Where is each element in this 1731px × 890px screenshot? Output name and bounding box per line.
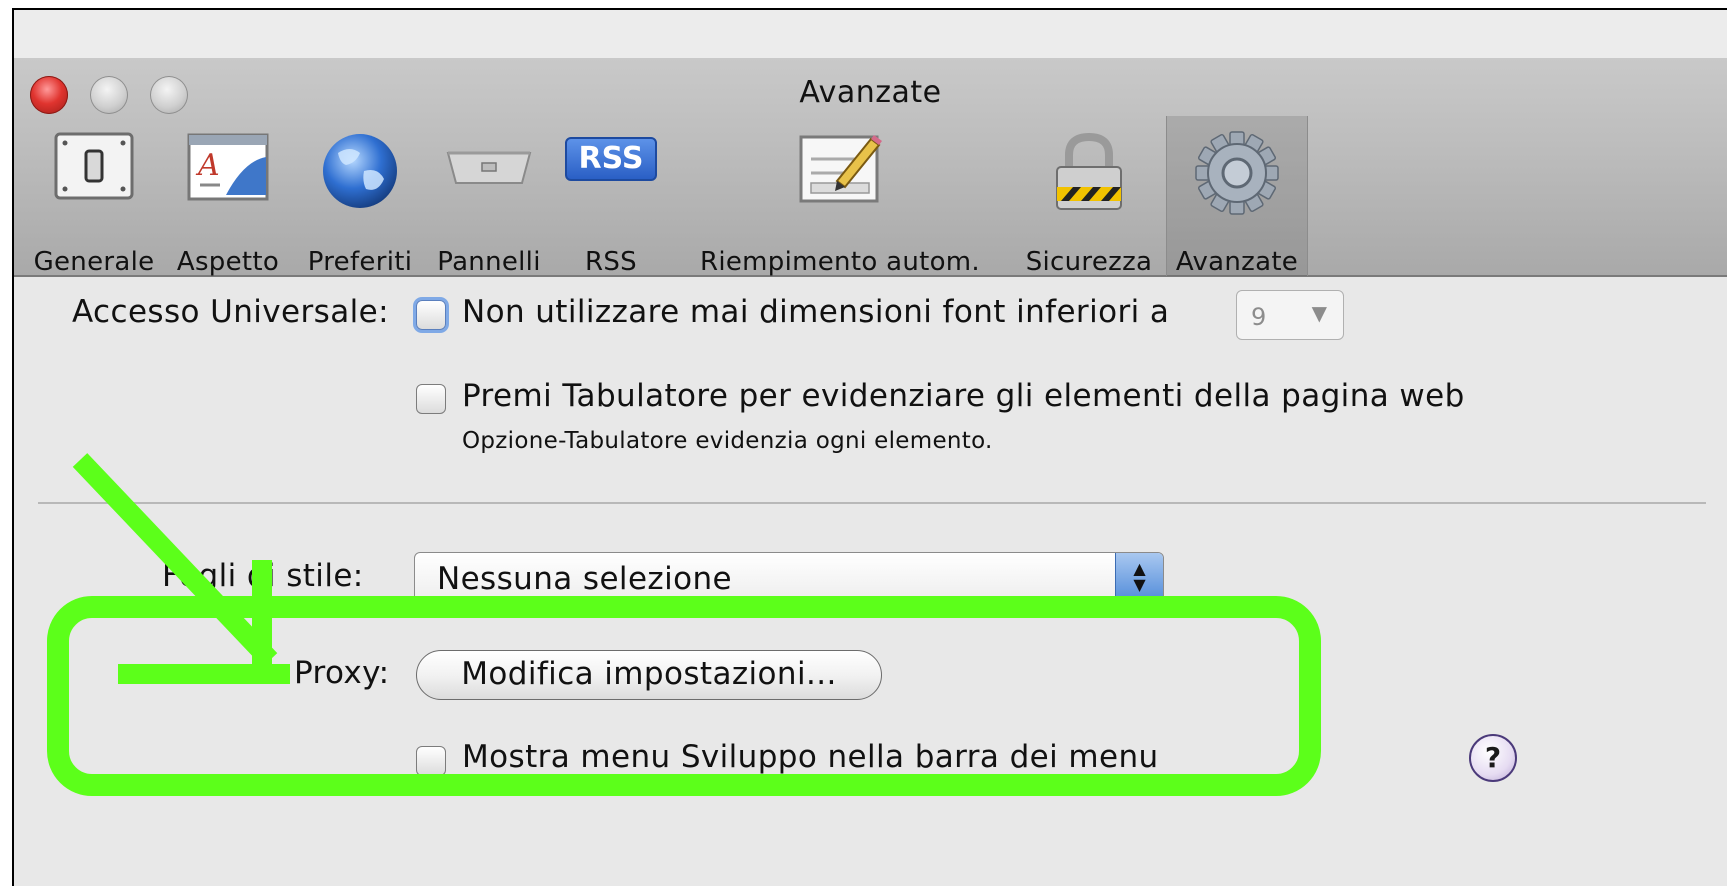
proxy-label: Proxy:: [294, 655, 390, 691]
lock-icon: [1051, 131, 1127, 217]
tab-highlight-note: Opzione-Tabulatore evidenzia ogni elemen…: [462, 428, 993, 454]
tab-generale[interactable]: Generale: [28, 121, 160, 277]
tab-pannelli[interactable]: Pannelli: [426, 121, 552, 277]
window-top-margin: [14, 10, 1727, 58]
switch-icon: [53, 131, 135, 205]
min-font-size-value: 9: [1251, 303, 1267, 331]
tab-generale-label: Generale: [33, 247, 155, 277]
tab-highlight-checkbox[interactable]: [416, 384, 446, 414]
tab-highlight-checkbox-label: Premi Tabulatore per evidenziare gli ele…: [462, 378, 1465, 414]
tab-aspetto-label: Aspetto: [176, 247, 280, 277]
help-button[interactable]: ?: [1469, 734, 1517, 782]
svg-text:A: A: [195, 148, 220, 183]
tab-sicurezza-label: Sicurezza: [1025, 247, 1153, 277]
tab-preferiti-label: Preferiti: [307, 247, 413, 277]
style-sheet-label: Fogli di stile:: [162, 558, 364, 594]
tab-avanzate-label: Avanzate: [1175, 247, 1299, 277]
section-divider: [38, 502, 1706, 504]
develop-menu-checkbox-label: Mostra menu Sviluppo nella barra dei men…: [462, 739, 1159, 775]
autofill-pencil-icon: [797, 131, 883, 211]
tab-riempimento-label: Riempimento autom.: [699, 247, 980, 277]
rss-icon: RSS: [565, 137, 657, 181]
preferences-window: Avanzate Generale A Aspetto Preferiti Pa…: [12, 8, 1727, 886]
globe-icon: [320, 131, 400, 215]
universal-access-label: Accesso Universale:: [72, 294, 389, 330]
appearance-icon: A: [186, 131, 270, 207]
min-font-size-select[interactable]: 9 ▼: [1236, 290, 1344, 340]
titlebar-toolbar: Avanzate Generale A Aspetto Preferiti Pa…: [14, 58, 1727, 277]
tabs-icon: [444, 131, 534, 205]
dropdown-arrow-icon: ▼: [1311, 301, 1327, 325]
proxy-settings-button[interactable]: Modifica impostazioni...: [416, 650, 882, 700]
tab-rss-label: RSS: [585, 247, 637, 277]
window-title: Avanzate: [799, 75, 942, 110]
develop-menu-checkbox[interactable]: [416, 746, 446, 776]
select-stepper-icon: ▲ ▼: [1115, 553, 1163, 603]
tab-avanzate[interactable]: Avanzate: [1166, 116, 1308, 277]
tab-riempimento[interactable]: Riempimento autom.: [670, 121, 1010, 277]
min-font-checkbox-label: Non utilizzare mai dimensioni font infer…: [462, 294, 1170, 330]
tab-aspetto[interactable]: A Aspetto: [164, 121, 292, 277]
tab-sicurezza[interactable]: Sicurezza: [1014, 121, 1164, 277]
min-font-checkbox[interactable]: [416, 300, 446, 330]
tab-preferiti[interactable]: Preferiti: [296, 121, 424, 277]
style-sheet-value: Nessuna selezione: [437, 561, 732, 597]
tab-pannelli-label: Pannelli: [437, 247, 541, 277]
gear-icon: [1194, 130, 1280, 220]
style-sheet-select[interactable]: Nessuna selezione ▲ ▼: [414, 552, 1164, 604]
tab-rss[interactable]: RSS RSS: [556, 121, 666, 277]
